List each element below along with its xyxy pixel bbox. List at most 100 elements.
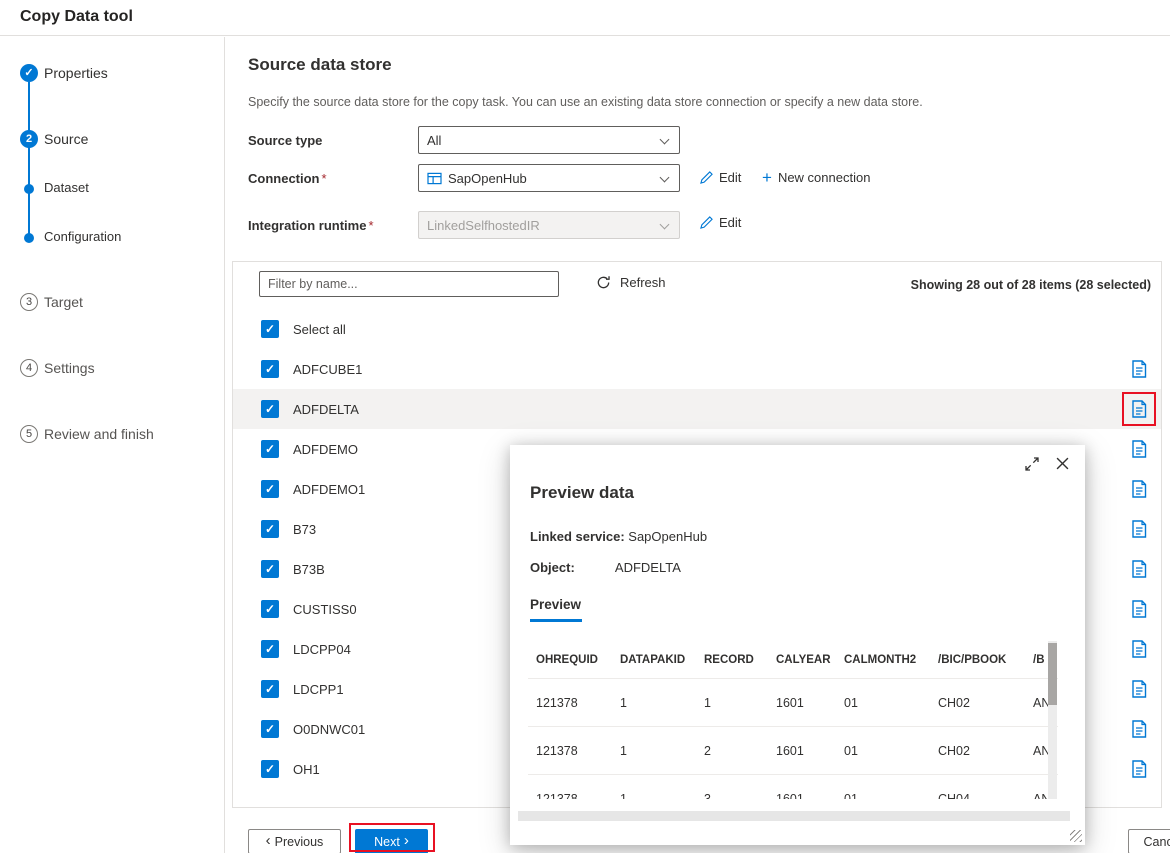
step-label: Target: [44, 294, 83, 310]
expand-icon[interactable]: [1025, 457, 1039, 471]
preview-horizontal-scrollbar[interactable]: [518, 811, 1070, 821]
copy-data-tool-window: Copy Data tool Properties 2 Source Datas…: [0, 0, 1170, 853]
wizard-sidebar: Properties 2 Source Dataset Configuratio…: [0, 37, 225, 853]
row-checkbox[interactable]: [261, 440, 279, 458]
preview-table-cell: CH04: [930, 792, 1025, 800]
step-marker: 2: [20, 130, 38, 148]
app-header: Copy Data tool: [0, 0, 1170, 36]
preview-table-cell: CH02: [930, 696, 1025, 710]
row-checkbox[interactable]: [261, 600, 279, 618]
wizard-step-dataset[interactable]: Dataset: [0, 179, 224, 199]
wizard-step-source[interactable]: 2 Source: [0, 129, 224, 149]
chevron-down-icon: [660, 220, 670, 230]
preview-table-body: 12137811160101CH02AN12137812160101CH02AN…: [528, 679, 1058, 799]
preview-data-icon[interactable]: [1129, 759, 1149, 779]
preview-data-dialog: Preview data Linked service: SapOpenHub …: [510, 445, 1085, 845]
preview-data-icon[interactable]: [1129, 639, 1149, 659]
row-checkbox[interactable]: [261, 400, 279, 418]
datastore-name: LDCPP1: [293, 682, 344, 697]
preview-table-cell: 1: [696, 696, 768, 710]
preview-data-icon[interactable]: [1129, 359, 1149, 379]
step-marker: 3: [20, 293, 38, 311]
row-checkbox[interactable]: [261, 560, 279, 578]
refresh-button[interactable]: Refresh: [596, 275, 666, 290]
pencil-icon: [700, 216, 713, 229]
preview-data-icon[interactable]: [1129, 719, 1149, 739]
preview-column-header: CALYEAR: [768, 654, 836, 666]
datastore-name: ADFDEMO: [293, 442, 358, 457]
row-checkbox[interactable]: [261, 640, 279, 658]
datastore-name: ADFDEMO1: [293, 482, 365, 497]
row-checkbox[interactable]: [261, 760, 279, 778]
datastore-name: CUSTISS0: [293, 602, 357, 617]
preview-table-row: 12137812160101CH02AN: [528, 727, 1058, 775]
wizard-step-configuration[interactable]: Configuration: [0, 228, 224, 248]
select-all-checkbox[interactable]: [261, 320, 279, 338]
cancel-button[interactable]: Cancel: [1128, 829, 1170, 853]
wizard-step-review-and-finish[interactable]: 5 Review and finish: [0, 424, 224, 444]
select-all-label: Select all: [293, 322, 346, 337]
chevron-down-icon: [660, 173, 670, 183]
step-label: Settings: [44, 360, 95, 376]
preview-table-cell: 121378: [528, 792, 612, 800]
preview-data-icon[interactable]: [1129, 599, 1149, 619]
object-line: Object: ADFDELTA: [530, 560, 681, 575]
preview-column-header: CALMONTH2: [836, 654, 930, 666]
row-checkbox[interactable]: [261, 680, 279, 698]
edit-integration-runtime-button[interactable]: Edit: [700, 215, 741, 230]
wizard-step-target[interactable]: 3 Target: [0, 292, 224, 312]
datastore-row[interactable]: ADFCUBE1: [233, 349, 1161, 389]
source-type-dropdown[interactable]: All: [418, 126, 680, 154]
wizard-step-properties[interactable]: Properties: [0, 63, 224, 83]
preview-data-icon[interactable]: [1129, 399, 1149, 419]
close-icon[interactable]: [1056, 457, 1069, 470]
step-marker: 5: [20, 425, 38, 443]
step-label: Source: [44, 131, 88, 147]
preview-table-cell: 01: [836, 696, 930, 710]
resize-gripper-icon[interactable]: [1070, 830, 1082, 842]
dialog-title: Preview data: [530, 483, 634, 503]
previous-button[interactable]: Previous: [248, 829, 341, 853]
vertical-scrollbar-thumb[interactable]: [1048, 643, 1057, 705]
select-all-row[interactable]: Select all: [233, 309, 1161, 349]
datastore-name: B73: [293, 522, 316, 537]
step-label: Configuration: [44, 229, 121, 244]
preview-table-cell: 3: [696, 792, 768, 800]
integration-runtime-dropdown: LinkedSelfhostedIR: [418, 211, 680, 239]
app-title: Copy Data tool: [20, 8, 133, 26]
step-marker: [24, 184, 34, 194]
preview-table-cell: 1: [612, 696, 696, 710]
chevron-down-icon: [660, 135, 670, 145]
preview-data-icon[interactable]: [1129, 559, 1149, 579]
linked-service-value: SapOpenHub: [628, 529, 707, 544]
preview-data-icon[interactable]: [1129, 679, 1149, 699]
preview-column-header: OHREQUID: [528, 654, 612, 666]
wizard-step-settings[interactable]: 4 Settings: [0, 358, 224, 378]
preview-data-icon[interactable]: [1129, 479, 1149, 499]
datastore-name: LDCPP04: [293, 642, 351, 657]
connection-label: Connection*: [248, 171, 327, 186]
datastore-name: OH1: [293, 762, 320, 777]
filter-input[interactable]: [259, 271, 559, 297]
preview-table-cell: 01: [836, 792, 930, 800]
preview-table-row: 12137811160101CH02AN: [528, 679, 1058, 727]
preview-data-icon[interactable]: [1129, 439, 1149, 459]
row-checkbox[interactable]: [261, 720, 279, 738]
connection-dropdown[interactable]: SapOpenHub: [418, 164, 680, 192]
preview-vertical-scrollbar[interactable]: [1048, 641, 1057, 799]
tab-active-underline: [530, 619, 582, 622]
next-button[interactable]: Next: [355, 829, 428, 853]
datastore-name: ADFCUBE1: [293, 362, 362, 377]
row-checkbox[interactable]: [261, 520, 279, 538]
page-title: Source data store: [248, 55, 392, 75]
preview-data-icon[interactable]: [1129, 519, 1149, 539]
tab-preview[interactable]: Preview: [530, 597, 581, 612]
edit-connection-button[interactable]: Edit: [700, 170, 741, 185]
wizard-connector-line: [28, 82, 30, 238]
page-description: Specify the source data store for the co…: [248, 95, 923, 109]
datastore-row[interactable]: ADFDELTA: [233, 389, 1161, 429]
pencil-icon: [700, 171, 713, 184]
row-checkbox[interactable]: [261, 360, 279, 378]
row-checkbox[interactable]: [261, 480, 279, 498]
new-connection-button[interactable]: + New connection: [762, 170, 870, 185]
